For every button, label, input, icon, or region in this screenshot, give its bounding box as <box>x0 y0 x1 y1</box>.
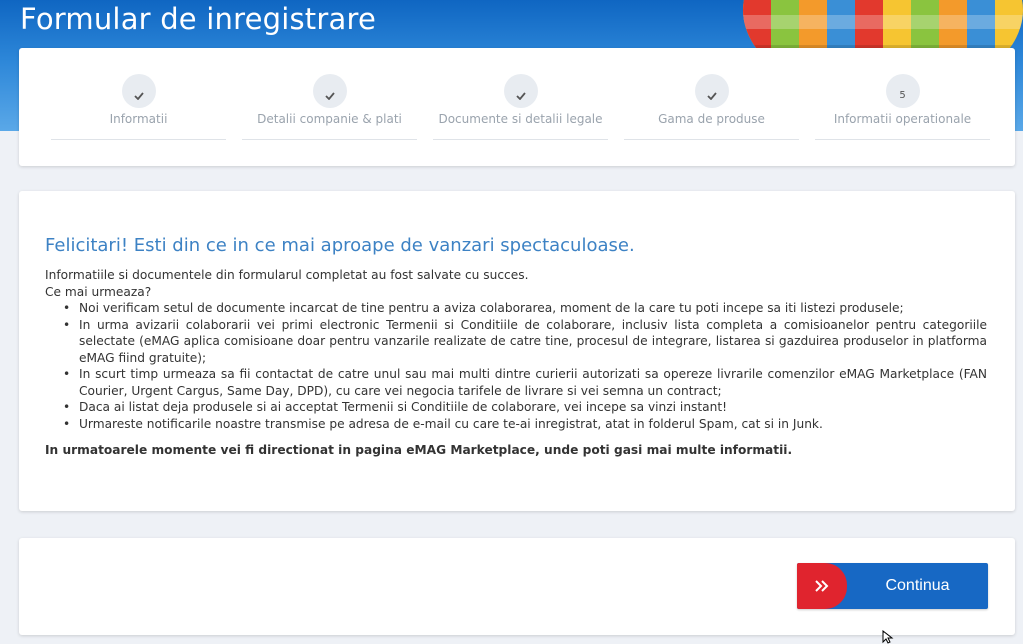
check-icon <box>515 92 526 100</box>
step-informatii[interactable]: Informatii <box>51 74 226 140</box>
message-body: Informatiile si documentele din formular… <box>45 267 987 459</box>
list-item: Urmareste notificarile noastre transmise… <box>63 416 987 433</box>
step-label: Documente si detalii legale <box>438 112 603 126</box>
step-documente[interactable]: Documente si detalii legale <box>433 74 608 140</box>
check-icon <box>324 92 335 100</box>
step-informatii-operationale[interactable]: 5 Informatii operationale <box>815 74 990 140</box>
next-steps-heading: Ce mai urmeaza? <box>45 284 152 299</box>
step-number-circle: 5 <box>885 74 920 108</box>
redirect-note: In urmatoarele momente vei fi directiona… <box>45 443 793 457</box>
list-item: Daca ai listat deja produsele si ai acce… <box>63 399 987 416</box>
footer-actions: Continua <box>19 538 1015 635</box>
progress-steps: Informatii Detalii companie & plati Docu… <box>19 48 1015 166</box>
step-done-circle <box>121 74 156 108</box>
list-item: In scurt timp urmeaza sa fii contactat d… <box>63 366 987 399</box>
page-title: Formular de inregistrare <box>20 2 377 36</box>
next-steps-list: Noi verificam setul de documente incarca… <box>63 300 987 432</box>
step-gama-produse[interactable]: Gama de produse <box>624 74 799 140</box>
step-label: Detalii companie & plati <box>257 112 402 126</box>
double-chevron-right-icon <box>815 580 829 592</box>
continue-button-label: Continua <box>885 577 950 594</box>
step-done-circle <box>312 74 347 108</box>
check-icon <box>133 92 144 100</box>
check-icon <box>706 92 717 100</box>
success-headline: Felicitari! Esti din ce in ce mai aproap… <box>45 235 635 256</box>
success-message-card: Felicitari! Esti din ce in ce mai aproap… <box>19 191 1015 511</box>
mouse-pointer-icon <box>882 630 894 644</box>
step-label: Gama de produse <box>658 112 765 126</box>
step-label: Informatii operationale <box>833 112 972 126</box>
step-done-circle <box>694 74 729 108</box>
list-item: Noi verificam setul de documente incarca… <box>63 300 987 317</box>
step-number: 5 <box>899 89 906 101</box>
list-item: In urma avizarii colaborarii vei primi e… <box>63 317 987 367</box>
step-detalii-companie[interactable]: Detalii companie & plati <box>242 74 417 140</box>
step-label: Informatii <box>109 112 168 126</box>
continue-button[interactable]: Continua <box>797 563 988 609</box>
button-accent <box>797 563 847 609</box>
step-done-circle <box>503 74 538 108</box>
intro-text: Informatiile si documentele din formular… <box>45 268 529 282</box>
